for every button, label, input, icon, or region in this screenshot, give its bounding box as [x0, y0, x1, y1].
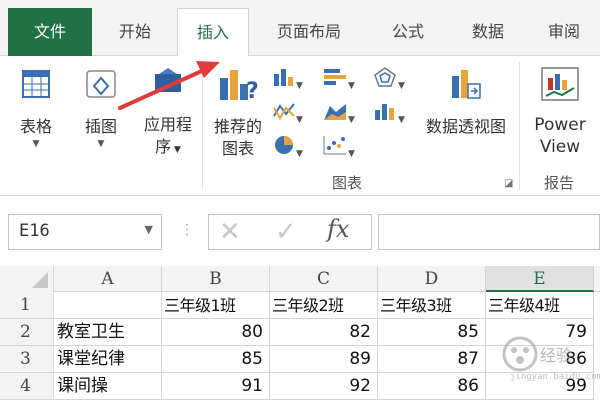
- scatter-chart-icon: [323, 136, 346, 155]
- group-separator: [202, 62, 203, 190]
- cell-b2[interactable]: 80: [162, 319, 270, 346]
- area-chart-button[interactable]: ▼: [322, 100, 366, 126]
- cell-d4[interactable]: 86: [378, 373, 486, 400]
- cell-e1[interactable]: 三年级4班: [486, 292, 594, 319]
- column-header-d[interactable]: D: [378, 266, 486, 292]
- chevron-down-icon: ▼: [97, 139, 105, 149]
- line-chart-icon: [273, 103, 295, 120]
- pie-chart-icon: [275, 136, 293, 154]
- cell-a4[interactable]: 课间操: [54, 373, 162, 400]
- bar-chart-button[interactable]: ▼: [322, 66, 366, 92]
- dialog-launcher-icon[interactable]: ◪: [504, 178, 513, 189]
- pie-chart-button[interactable]: ▼: [272, 134, 314, 160]
- column-header-e[interactable]: E: [486, 266, 594, 292]
- apps-button[interactable]: 应用程 序 ▼: [136, 64, 200, 164]
- more-options-icon: ⋮: [180, 222, 194, 238]
- recommended-charts-button[interactable]: ? 推荐的 图表: [206, 64, 270, 164]
- row-header-1[interactable]: 1: [0, 292, 54, 319]
- cancel-icon[interactable]: ✕: [219, 217, 241, 247]
- recommended-charts-icon: ?: [220, 70, 259, 104]
- tab-review[interactable]: 审阅: [528, 8, 600, 56]
- formula-buttons: ✕ ✓ fx: [208, 214, 372, 250]
- radar-chart-button[interactable]: ▼: [372, 66, 416, 92]
- insert-function-icon[interactable]: fx: [327, 215, 349, 243]
- pivotchart-label: 数据透视图: [425, 117, 506, 136]
- cell-b1[interactable]: 三年级1班: [162, 292, 270, 319]
- apps-label-line2: 序: [155, 137, 172, 156]
- tab-home[interactable]: 开始: [94, 8, 176, 56]
- cell-c1[interactable]: 三年级2班: [270, 292, 378, 319]
- cell-b4[interactable]: 91: [162, 373, 270, 400]
- cell-a1[interactable]: [54, 292, 162, 319]
- ribbon-tab-bar: 文件 开始 插入 页面布局 公式 数据 审阅: [0, 0, 600, 57]
- column-chart-button[interactable]: ▼: [272, 66, 314, 92]
- recommended-charts-line2: 图表: [221, 139, 254, 158]
- cell-d1[interactable]: 三年级3班: [378, 292, 486, 319]
- combo-chart-button[interactable]: ▼: [372, 100, 416, 126]
- name-box-value: E16: [19, 221, 50, 241]
- illustrations-label: 插图: [84, 117, 117, 136]
- tab-insert[interactable]: 插入: [177, 8, 249, 57]
- tab-page-layout[interactable]: 页面布局: [254, 8, 364, 56]
- row-header-4[interactable]: 4: [0, 373, 54, 400]
- recommended-charts-line1: 推荐的: [213, 117, 262, 136]
- cell-c2[interactable]: 82: [270, 319, 378, 346]
- power-view-icon: [541, 67, 579, 101]
- ribbon-insert-panel: 表格 ▼ 插图 ▼ 应用程 序 ▼ ? 推荐的 图表 ▼ ▼ ▼ ▼ ▼ ▼ ▼…: [0, 56, 600, 196]
- watermark-url: jingyan.baidu.com: [510, 372, 600, 382]
- cell-a2[interactable]: 教室卫生: [54, 319, 162, 346]
- power-view-line2: View: [539, 137, 581, 157]
- table-label: 表格: [19, 117, 52, 136]
- pivotchart-icon: [452, 70, 481, 99]
- group-separator: [519, 62, 520, 190]
- radar-chart-icon: [374, 67, 396, 87]
- tab-formulas[interactable]: 公式: [368, 8, 448, 56]
- row-header-3[interactable]: 3: [0, 346, 54, 373]
- apps-icon: [155, 68, 181, 92]
- cell-b3[interactable]: 85: [162, 346, 270, 373]
- cell-d3[interactable]: 87: [378, 346, 486, 373]
- cell-c4[interactable]: 92: [270, 373, 378, 400]
- column-header-b[interactable]: B: [162, 266, 270, 292]
- select-all-corner[interactable]: [0, 266, 54, 292]
- row-header-2[interactable]: 2: [0, 319, 54, 346]
- table-icon: [22, 70, 50, 98]
- chevron-down-icon: ▼: [32, 139, 40, 149]
- cell-d2[interactable]: 85: [378, 319, 486, 346]
- group-label-reports: 报告: [544, 174, 575, 192]
- enter-icon[interactable]: ✓: [275, 217, 297, 247]
- chevron-down-icon[interactable]: ▼: [145, 223, 153, 236]
- svg-text:?: ?: [246, 79, 259, 104]
- cell-a3[interactable]: 课堂纪律: [54, 346, 162, 373]
- watermark-text: 经验: [540, 346, 573, 365]
- tab-data[interactable]: 数据: [452, 8, 524, 56]
- power-view-line1: Power: [534, 115, 586, 135]
- illustrations-button[interactable]: 插图 ▼: [70, 64, 132, 164]
- name-box[interactable]: E16 ▼: [8, 214, 162, 250]
- power-view-button[interactable]: Power View: [524, 64, 596, 164]
- column-header-a[interactable]: A: [54, 266, 162, 292]
- illustrations-icon: [86, 70, 116, 98]
- group-label-charts: 图表: [332, 174, 363, 192]
- tab-file[interactable]: 文件: [8, 8, 92, 56]
- line-chart-button[interactable]: ▼: [272, 100, 314, 126]
- combo-chart-icon: [375, 104, 394, 120]
- column-header-c[interactable]: C: [270, 266, 378, 292]
- formula-input[interactable]: [378, 214, 600, 250]
- apps-label-line1: 应用程: [143, 115, 192, 134]
- bar-chart-icon: [324, 69, 346, 85]
- table-button[interactable]: 表格 ▼: [8, 64, 64, 164]
- scatter-chart-button[interactable]: ▼: [322, 134, 366, 160]
- pivotchart-button[interactable]: 数据透视图: [418, 64, 514, 164]
- cell-c3[interactable]: 89: [270, 346, 378, 373]
- area-chart-icon: [324, 104, 346, 120]
- column-chart-icon: [274, 69, 293, 86]
